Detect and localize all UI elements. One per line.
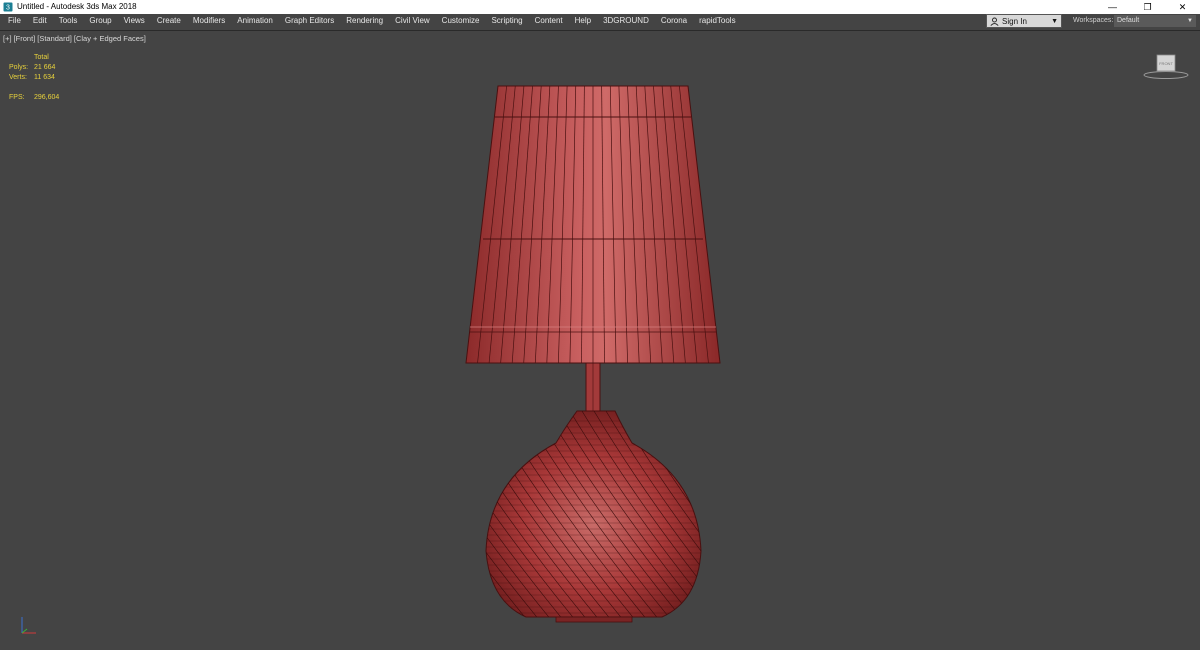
menu-item-modifiers[interactable]: Modifiers — [187, 14, 231, 28]
stats-verts-label: Verts: — [9, 74, 27, 81]
stats-verts-value: 11 634 — [34, 74, 55, 81]
chevron-down-icon: ▼ — [1051, 17, 1058, 25]
sign-in-label: Sign In — [1002, 16, 1027, 26]
workspaces-select[interactable]: Default ▼ — [1114, 15, 1196, 27]
menu-item-views[interactable]: Views — [118, 14, 151, 28]
scene-statistics: Total Polys: 21 664 Verts: 11 634 FPS: 296,… — [9, 53, 59, 103]
menu-item-civil-view[interactable]: Civil View — [389, 14, 436, 28]
sign-in-dropdown[interactable]: Sign In ▼ — [986, 14, 1062, 28]
viewport-label: [+] [Front] [Standard] [Clay + Edged Fac… — [3, 34, 146, 43]
menu-item-tools[interactable]: Tools — [53, 14, 84, 28]
viewport-point-of-view[interactable]: [Front] — [14, 34, 36, 43]
axis-tripod-icon — [21, 617, 36, 634]
menu-item-graph-editors[interactable]: Graph Editors — [279, 14, 340, 28]
chevron-down-icon: ▼ — [1187, 18, 1193, 24]
stats-polys-value: 21 664 — [34, 64, 56, 71]
menu-item-rendering[interactable]: Rendering — [340, 14, 389, 28]
menu-item-create[interactable]: Create — [151, 14, 187, 28]
menu-item-group[interactable]: Group — [83, 14, 117, 28]
menu-list: File Edit Tools Group Views Create Modifiers An… — [0, 14, 742, 28]
main-menubar: File Edit Tools Group Views Create Modifiers An… — [0, 14, 1200, 28]
menu-item-scripting[interactable]: Scripting — [485, 14, 528, 28]
viewport-menu-plus[interactable]: [+] — [3, 34, 12, 43]
menu-item-file[interactable]: File — [2, 14, 27, 28]
minimize-button[interactable]: — — [1095, 0, 1130, 14]
viewport-visual-style[interactable]: [Clay + Edged Faces] — [74, 34, 146, 43]
stats-fps-label: FPS: — [9, 94, 25, 101]
workspaces-label: Workspaces: — [1073, 17, 1114, 24]
restore-button[interactable]: ❐ — [1130, 0, 1165, 14]
viewport-shading-standard[interactable]: [Standard] — [37, 34, 72, 43]
menu-item-corona[interactable]: Corona — [655, 14, 693, 28]
viewcube-face-label: FRONT — [1159, 61, 1173, 66]
viewcube[interactable]: FRONT — [1140, 51, 1192, 81]
menu-item-rapidtools[interactable]: rapidTools — [693, 14, 741, 28]
lamp-model[interactable] — [462, 81, 726, 626]
stats-total-label: Total — [34, 54, 49, 61]
menu-item-animation[interactable]: Animation — [231, 14, 279, 28]
close-button[interactable]: ✕ — [1165, 0, 1200, 14]
stats-fps-value: 296,604 — [34, 94, 60, 101]
menu-item-edit[interactable]: Edit — [27, 14, 53, 28]
menu-item-help[interactable]: Help — [569, 14, 597, 28]
menu-item-content[interactable]: Content — [529, 14, 569, 28]
stats-polys-label: Polys: — [9, 64, 29, 71]
user-icon — [990, 17, 999, 26]
front-viewport[interactable]: [+] [Front] [Standard] [Clay + Edged Fac… — [0, 30, 1200, 650]
window-titlebar: 3 Untitled - Autodesk 3ds Max 2018 — ❐ ✕ — [0, 0, 1200, 14]
svg-text:3: 3 — [6, 5, 10, 12]
workspaces-value: Default — [1117, 17, 1140, 24]
3dsmax-icon: 3 — [3, 2, 13, 12]
menu-item-customize[interactable]: Customize — [436, 14, 486, 28]
menu-item-3dground[interactable]: 3DGROUND — [597, 14, 655, 28]
window-title: Untitled - Autodesk 3ds Max 2018 — [17, 2, 137, 11]
